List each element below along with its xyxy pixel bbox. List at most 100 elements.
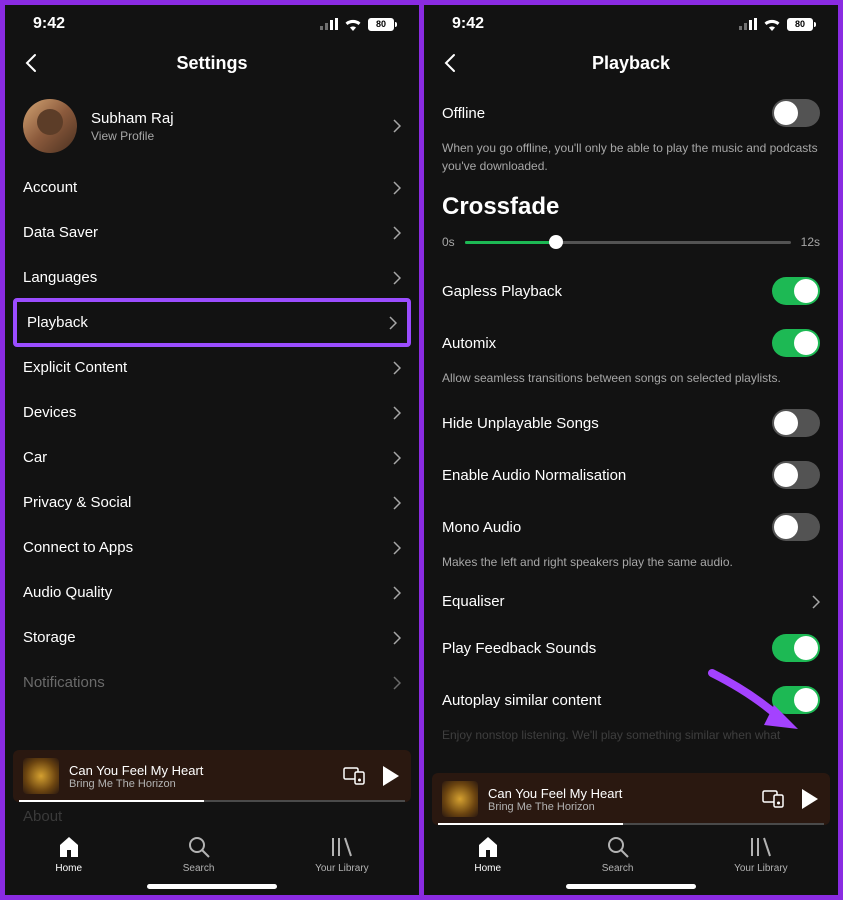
autoplay-desc: Enjoy nonstop listening. We'll play some… xyxy=(438,726,824,754)
search-icon xyxy=(606,835,630,859)
toggle-switch[interactable] xyxy=(772,461,820,489)
settings-item-devices[interactable]: Devices xyxy=(19,390,405,435)
play-icon[interactable] xyxy=(381,765,401,787)
status-bar: 9:42 80 xyxy=(424,5,838,39)
settings-item-playback[interactable]: Playback xyxy=(13,298,411,347)
header: Settings xyxy=(5,39,419,87)
play-icon[interactable] xyxy=(800,788,820,810)
status-time: 9:42 xyxy=(452,15,484,33)
album-art xyxy=(442,781,478,817)
nav-search[interactable]: Search xyxy=(602,835,634,874)
chevron-right-icon xyxy=(393,541,401,555)
chevron-right-icon xyxy=(393,119,401,133)
crossfade-title: Crossfade xyxy=(438,185,824,235)
chevron-right-icon xyxy=(393,271,401,285)
crossfade-slider-row: 0s 12s xyxy=(438,235,824,265)
automix-desc: Allow seamless transitions between songs… xyxy=(438,369,824,397)
toggle-feedback: Play Feedback Sounds xyxy=(438,622,824,674)
settings-item-data-saver[interactable]: Data Saver xyxy=(19,210,405,255)
toggle-switch[interactable] xyxy=(772,277,820,305)
toggle-switch[interactable] xyxy=(772,686,820,714)
settings-item-account[interactable]: Account xyxy=(19,165,405,210)
battery-icon: 80 xyxy=(368,18,397,31)
offline-desc: When you go offline, you'll only be able… xyxy=(438,139,824,185)
chevron-right-icon xyxy=(393,631,401,645)
settings-item-connect[interactable]: Connect to Apps xyxy=(19,525,405,570)
signal-icon xyxy=(320,18,338,30)
status-icons: 80 xyxy=(320,18,397,31)
search-icon xyxy=(187,835,211,859)
page-title: Settings xyxy=(5,53,419,74)
nav-home[interactable]: Home xyxy=(55,835,82,874)
profile-sub: View Profile xyxy=(91,129,379,143)
chevron-right-icon xyxy=(393,361,401,375)
header: Playback xyxy=(424,39,838,87)
settings-item-storage[interactable]: Storage xyxy=(19,615,405,660)
album-art xyxy=(23,758,59,794)
back-button[interactable] xyxy=(21,53,41,73)
home-icon xyxy=(476,835,500,859)
settings-item-about-cut: About xyxy=(5,802,419,825)
home-icon xyxy=(57,835,81,859)
toggle-switch[interactable] xyxy=(772,409,820,437)
status-bar: 9:42 80 xyxy=(5,5,419,39)
toggle-hide-unplayable: Hide Unplayable Songs xyxy=(438,397,824,449)
toggle-automix: Automix xyxy=(438,317,824,369)
track-artist: Bring Me The Horizon xyxy=(69,778,333,790)
nav-bar: Home Search Your Library xyxy=(5,825,419,880)
toggle-switch[interactable] xyxy=(772,99,820,127)
toggle-switch[interactable] xyxy=(772,329,820,357)
nav-search[interactable]: Search xyxy=(183,835,215,874)
toggle-switch[interactable] xyxy=(772,634,820,662)
now-playing-bar[interactable]: Can You Feel My Heart Bring Me The Horiz… xyxy=(432,773,830,825)
chevron-right-icon xyxy=(393,676,401,690)
toggle-gapless: Gapless Playback xyxy=(438,265,824,317)
chevron-right-icon xyxy=(393,586,401,600)
wifi-icon xyxy=(763,18,781,31)
slider-max: 12s xyxy=(801,235,820,249)
settings-item-car[interactable]: Car xyxy=(19,435,405,480)
profile-row[interactable]: Subham Raj View Profile xyxy=(19,87,405,165)
nav-home[interactable]: Home xyxy=(474,835,501,874)
nav-library[interactable]: Your Library xyxy=(734,835,788,874)
wifi-icon xyxy=(344,18,362,31)
page-title: Playback xyxy=(424,53,838,74)
track-title: Can You Feel My Heart xyxy=(488,786,752,801)
playback-list[interactable]: Offline When you go offline, you'll only… xyxy=(424,87,838,773)
devices-icon[interactable] xyxy=(762,790,784,808)
toggle-normalisation: Enable Audio Normalisation xyxy=(438,449,824,501)
mono-desc: Makes the left and right speakers play t… xyxy=(438,553,824,581)
settings-item-audio-quality[interactable]: Audio Quality xyxy=(19,570,405,615)
now-playing-bar[interactable]: Can You Feel My Heart Bring Me The Horiz… xyxy=(13,750,411,802)
equaliser-row[interactable]: Equaliser xyxy=(438,581,824,622)
home-indicator xyxy=(566,884,696,889)
settings-item-languages[interactable]: Languages xyxy=(19,255,405,300)
chevron-right-icon xyxy=(393,451,401,465)
crossfade-slider[interactable] xyxy=(465,241,791,244)
chevron-right-icon xyxy=(393,406,401,420)
chevron-right-icon xyxy=(389,316,397,330)
phone-right-playback: 9:42 80 Playback Offline When you go off… xyxy=(424,5,838,895)
toggle-offline: Offline xyxy=(438,87,824,139)
settings-item-explicit[interactable]: Explicit Content xyxy=(19,345,405,390)
settings-list[interactable]: Subham Raj View Profile Account Data Sav… xyxy=(5,87,419,750)
profile-name: Subham Raj xyxy=(91,110,379,127)
library-icon xyxy=(749,835,773,859)
nav-bar: Home Search Your Library xyxy=(424,825,838,880)
home-indicator xyxy=(147,884,277,889)
status-icons: 80 xyxy=(739,18,816,31)
settings-item-privacy[interactable]: Privacy & Social xyxy=(19,480,405,525)
track-artist: Bring Me The Horizon xyxy=(488,801,752,813)
devices-icon[interactable] xyxy=(343,767,365,785)
battery-icon: 80 xyxy=(787,18,816,31)
toggle-mono: Mono Audio xyxy=(438,501,824,553)
toggle-autoplay: Autoplay similar content xyxy=(438,674,824,726)
status-time: 9:42 xyxy=(33,15,65,33)
chevron-right-icon xyxy=(393,496,401,510)
nav-library[interactable]: Your Library xyxy=(315,835,369,874)
toggle-switch[interactable] xyxy=(772,513,820,541)
back-button[interactable] xyxy=(440,53,460,73)
phone-left-settings: 9:42 80 Settings Subham Raj View Profile… xyxy=(5,5,419,895)
library-icon xyxy=(330,835,354,859)
settings-item-notifications[interactable]: Notifications xyxy=(19,660,405,705)
